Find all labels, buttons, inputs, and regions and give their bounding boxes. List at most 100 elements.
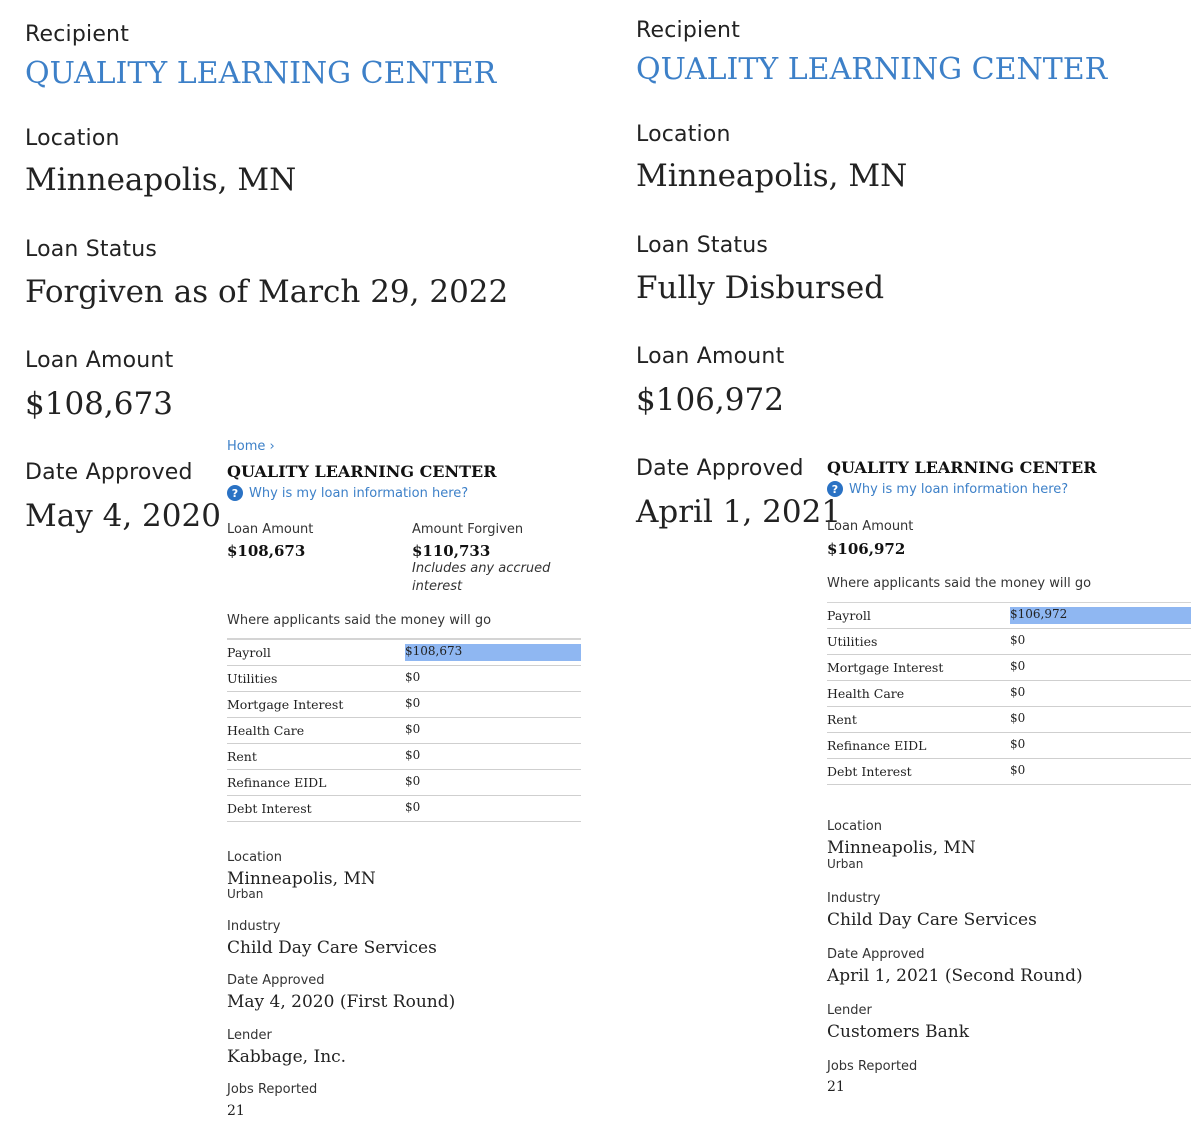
date-approved-label: Date Approved: [636, 456, 804, 481]
table-row-value: $0: [1010, 685, 1026, 699]
card-location-value: Minneapolis, MN: [227, 869, 376, 889]
money-use-table: Payroll $106,972 Utilities $0 Mortgage Inter…: [827, 602, 1191, 785]
table-row-value: $0: [405, 670, 421, 684]
table-row-value: $106,972: [1010, 607, 1191, 624]
table-row-category: Payroll: [227, 645, 271, 660]
table-row-category: Debt Interest: [827, 764, 912, 779]
table-row-value: $0: [1010, 633, 1026, 647]
table-row: Mortgage Interest $0: [827, 655, 1191, 681]
table-row-value: $0: [1010, 659, 1026, 673]
why-info-link[interactable]: ? Why is my loan information here?: [227, 485, 468, 501]
card-industry-label: Industry: [827, 891, 881, 906]
why-info-text: Why is my loan information here?: [849, 481, 1069, 497]
card-location-value: Minneapolis, MN: [827, 838, 976, 858]
table-row-value: $0: [1010, 737, 1026, 751]
table-row-value: $0: [405, 696, 421, 710]
table-row-category: Refinance EIDL: [827, 738, 927, 753]
table-row-value: $0: [405, 800, 421, 814]
table-row-value: $0: [405, 748, 421, 762]
loan-amount-label: Loan Amount: [636, 344, 785, 369]
recipient-label: Recipient: [25, 22, 130, 47]
money-heading: Where applicants said the money will go: [227, 613, 492, 628]
card-date-approved-label: Date Approved: [827, 947, 925, 962]
card-loan-amount-label: Loan Amount: [827, 519, 914, 534]
card-jobs-label: Jobs Reported: [827, 1059, 918, 1074]
card-jobs-value: 21: [227, 1103, 245, 1119]
help-question-icon: ?: [227, 485, 243, 501]
card-industry-label: Industry: [227, 919, 281, 934]
card-lender-label: Lender: [827, 1003, 872, 1018]
loan-amount-value: $108,673: [25, 386, 173, 422]
table-row-category: Rent: [227, 749, 257, 764]
card-industry-value: Child Day Care Services: [227, 938, 437, 958]
table-row: Refinance EIDL $0: [227, 770, 581, 796]
card-date-approved-value: May 4, 2020 (First Round): [227, 992, 456, 1012]
table-row: Debt Interest $0: [227, 796, 581, 822]
loan-amount-value: $106,972: [636, 382, 784, 418]
table-row-category: Health Care: [227, 723, 305, 738]
card-lender-value: Customers Bank: [827, 1022, 970, 1042]
loan-status-label: Loan Status: [25, 237, 158, 262]
table-row: Debt Interest $0: [827, 759, 1191, 785]
table-row: Utilities $0: [227, 666, 581, 692]
recipient-label: Recipient: [636, 18, 741, 43]
location-label: Location: [25, 126, 120, 151]
location-value: Minneapolis, MN: [636, 158, 908, 194]
breadcrumb-home-link[interactable]: Home ›: [227, 439, 275, 454]
table-row: Payroll $108,673: [227, 640, 581, 666]
amount-forgiven-value: $110,733: [412, 542, 491, 560]
card-location-label: Location: [827, 819, 882, 834]
location-label: Location: [636, 122, 731, 147]
card-lender-label: Lender: [227, 1028, 272, 1043]
amount-forgiven-note: Includes any accrued interest: [412, 561, 551, 594]
card-jobs-label: Jobs Reported: [227, 1082, 318, 1097]
table-row-category: Utilities: [827, 634, 878, 649]
money-use-table: Payroll $108,673 Utilities $0 Mortgage Inter…: [227, 638, 581, 822]
card-date-approved-value: April 1, 2021 (Second Round): [827, 966, 1083, 986]
table-row-value: $0: [405, 722, 421, 736]
table-row-category: Utilities: [227, 671, 278, 686]
card-loan-amount-value: $106,972: [827, 540, 906, 558]
amount-forgiven-label: Amount Forgiven: [412, 522, 524, 537]
table-row: Rent $0: [227, 744, 581, 770]
table-row-value: $108,673: [405, 644, 581, 661]
table-row: Health Care $0: [827, 681, 1191, 707]
card-date-approved-label: Date Approved: [227, 973, 325, 988]
recipient-name-link[interactable]: QUALITY LEARNING CENTER: [25, 56, 496, 91]
table-row-category: Refinance EIDL: [227, 775, 327, 790]
table-row-category: Debt Interest: [227, 801, 312, 816]
recipient-name-link[interactable]: QUALITY LEARNING CENTER: [636, 52, 1107, 87]
table-row: Health Care $0: [227, 718, 581, 744]
card-industry-value: Child Day Care Services: [827, 910, 1037, 930]
table-row-category: Payroll: [827, 608, 871, 623]
date-approved-label: Date Approved: [25, 460, 193, 485]
table-row-value: $0: [1010, 711, 1026, 725]
table-row-value: $0: [1010, 763, 1026, 777]
card-location-type: Urban: [827, 857, 864, 871]
table-row-category: Mortgage Interest: [227, 697, 344, 712]
card-jobs-value: 21: [827, 1079, 845, 1095]
table-row-value: $0: [405, 774, 421, 788]
loan-status-label: Loan Status: [636, 233, 769, 258]
table-row: Refinance EIDL $0: [827, 733, 1191, 759]
table-row-category: Rent: [827, 712, 857, 727]
table-row: Utilities $0: [827, 629, 1191, 655]
card-lender-value: Kabbage, Inc.: [227, 1047, 347, 1067]
table-row: Payroll $106,972: [827, 603, 1191, 629]
card-location-type: Urban: [227, 887, 264, 901]
help-question-icon: ?: [827, 481, 843, 497]
card-title: QUALITY LEARNING CENTER: [827, 458, 1097, 477]
money-heading: Where applicants said the money will go: [827, 576, 1092, 591]
card-title: QUALITY LEARNING CENTER: [227, 462, 497, 481]
table-row-category: Mortgage Interest: [827, 660, 944, 675]
location-value: Minneapolis, MN: [25, 162, 297, 198]
loan-status-value: Fully Disbursed: [636, 270, 885, 306]
loan-status-value: Forgiven as of March 29, 2022: [25, 274, 509, 310]
card-location-label: Location: [227, 850, 282, 865]
card-loan-amount-label: Loan Amount: [227, 522, 314, 537]
loan-amount-label: Loan Amount: [25, 348, 174, 373]
card-loan-amount-value: $108,673: [227, 542, 306, 560]
why-info-link[interactable]: ? Why is my loan information here?: [827, 481, 1068, 497]
table-row: Rent $0: [827, 707, 1191, 733]
why-info-text: Why is my loan information here?: [249, 485, 469, 501]
